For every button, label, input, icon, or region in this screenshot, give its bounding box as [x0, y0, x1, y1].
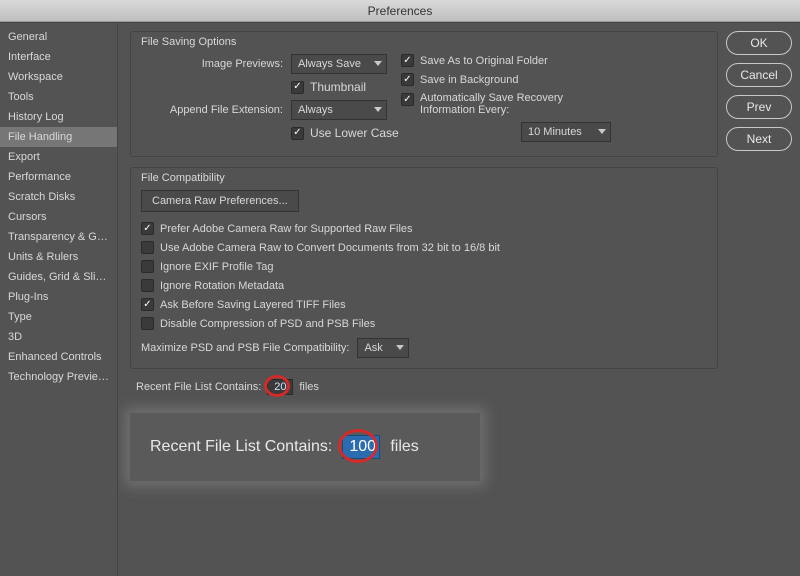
prev-button[interactable]: Prev: [726, 95, 792, 119]
sidebar-item-general[interactable]: General: [0, 27, 117, 47]
sidebar-item-performance[interactable]: Performance: [0, 167, 117, 187]
sidebar-item-scratch-disks[interactable]: Scratch Disks: [0, 187, 117, 207]
sidebar-item-plug-ins[interactable]: Plug-Ins: [0, 287, 117, 307]
sidebar-item-interface[interactable]: Interface: [0, 47, 117, 67]
fieldset-file-saving: File Saving Options Image Previews: Alwa…: [130, 31, 718, 157]
label-ignore-rotation: Ignore Rotation Metadata: [160, 280, 284, 292]
label-recent-files: Recent File List Contains:: [136, 381, 261, 393]
sidebar-item-guides-grid-slices[interactable]: Guides, Grid & Slices: [0, 267, 117, 287]
chevron-down-icon: [374, 61, 382, 66]
chevron-down-icon: [374, 107, 382, 112]
checkbox-lower-case[interactable]: [291, 127, 304, 140]
sidebar-item-type[interactable]: Type: [0, 307, 117, 327]
main-panel: File Saving Options Image Previews: Alwa…: [118, 23, 726, 576]
label-prefer-acr: Prefer Adobe Camera Raw for Supported Ra…: [160, 223, 413, 235]
label-disable-compression: Disable Compression of PSD and PSB Files: [160, 318, 375, 330]
label-files-suffix: files: [299, 381, 319, 393]
zoom-label: Recent File List Contains:: [150, 438, 332, 456]
checkbox-save-background[interactable]: [401, 73, 414, 86]
label-auto-save: Automatically Save Recovery Information …: [420, 92, 590, 116]
checkbox-acr-convert[interactable]: [141, 241, 154, 254]
sidebar-item-transparency-gamut[interactable]: Transparency & Gamut: [0, 227, 117, 247]
sidebar-item-3d[interactable]: 3D: [0, 327, 117, 347]
select-append-ext[interactable]: Always: [291, 100, 387, 120]
label-save-background: Save in Background: [420, 74, 518, 86]
input-recent-count[interactable]: 20: [267, 379, 293, 395]
sidebar-item-technology-previews[interactable]: Technology Previews: [0, 367, 117, 387]
fieldset-title: File Saving Options: [141, 36, 236, 48]
button-column: OK Cancel Prev Next: [726, 23, 800, 576]
zoom-input-recent-count[interactable]: 100: [342, 435, 380, 459]
next-button[interactable]: Next: [726, 127, 792, 151]
label-lower-case: Use Lower Case: [310, 126, 399, 140]
sidebar-item-tools[interactable]: Tools: [0, 87, 117, 107]
chevron-down-icon: [396, 345, 404, 350]
checkbox-ignore-rotation[interactable]: [141, 279, 154, 292]
sidebar-item-cursors[interactable]: Cursors: [0, 207, 117, 227]
sidebar-item-workspace[interactable]: Workspace: [0, 67, 117, 87]
select-auto-save-interval[interactable]: 10 Minutes: [521, 122, 611, 142]
label-image-previews: Image Previews:: [141, 58, 291, 70]
sidebar-item-history-log[interactable]: History Log: [0, 107, 117, 127]
checkbox-disable-compression[interactable]: [141, 317, 154, 330]
recent-file-row: Recent File List Contains: 20 files: [136, 379, 718, 395]
label-ignore-exif: Ignore EXIF Profile Tag: [160, 261, 274, 273]
label-append-ext: Append File Extension:: [141, 104, 291, 116]
label-acr-convert: Use Adobe Camera Raw to Convert Document…: [160, 242, 500, 254]
checkbox-prefer-acr[interactable]: [141, 222, 154, 235]
ok-button[interactable]: OK: [726, 31, 792, 55]
select-maximize-compat[interactable]: Ask: [357, 338, 409, 358]
checkbox-auto-save[interactable]: [401, 93, 414, 106]
sidebar-item-units-rulers[interactable]: Units & Rulers: [0, 247, 117, 267]
checkbox-thumbnail[interactable]: [291, 81, 304, 94]
checkbox-ignore-exif[interactable]: [141, 260, 154, 273]
sidebar-item-export[interactable]: Export: [0, 147, 117, 167]
checkbox-save-original[interactable]: [401, 54, 414, 67]
zoom-callout: Recent File List Contains: 100 files: [130, 413, 480, 481]
cancel-button[interactable]: Cancel: [726, 63, 792, 87]
fieldset-file-compat: File Compatibility Camera Raw Preference…: [130, 167, 718, 369]
checkbox-ask-tiff[interactable]: [141, 298, 154, 311]
select-image-previews[interactable]: Always Save: [291, 54, 387, 74]
sidebar-item-enhanced-controls[interactable]: Enhanced Controls: [0, 347, 117, 367]
label-maximize-compat: Maximize PSD and PSB File Compatibility:: [141, 342, 349, 354]
label-save-original: Save As to Original Folder: [420, 55, 548, 67]
button-camera-raw-prefs[interactable]: Camera Raw Preferences...: [141, 190, 299, 212]
window-title: Preferences: [0, 0, 800, 22]
sidebar: GeneralInterfaceWorkspaceToolsHistory Lo…: [0, 23, 118, 576]
label-thumbnail: Thumbnail: [310, 80, 366, 94]
sidebar-item-file-handling[interactable]: File Handling: [0, 127, 117, 147]
zoom-suffix: files: [390, 438, 418, 456]
chevron-down-icon: [598, 129, 606, 134]
label-ask-tiff: Ask Before Saving Layered TIFF Files: [160, 299, 346, 311]
fieldset-title: File Compatibility: [141, 172, 225, 184]
